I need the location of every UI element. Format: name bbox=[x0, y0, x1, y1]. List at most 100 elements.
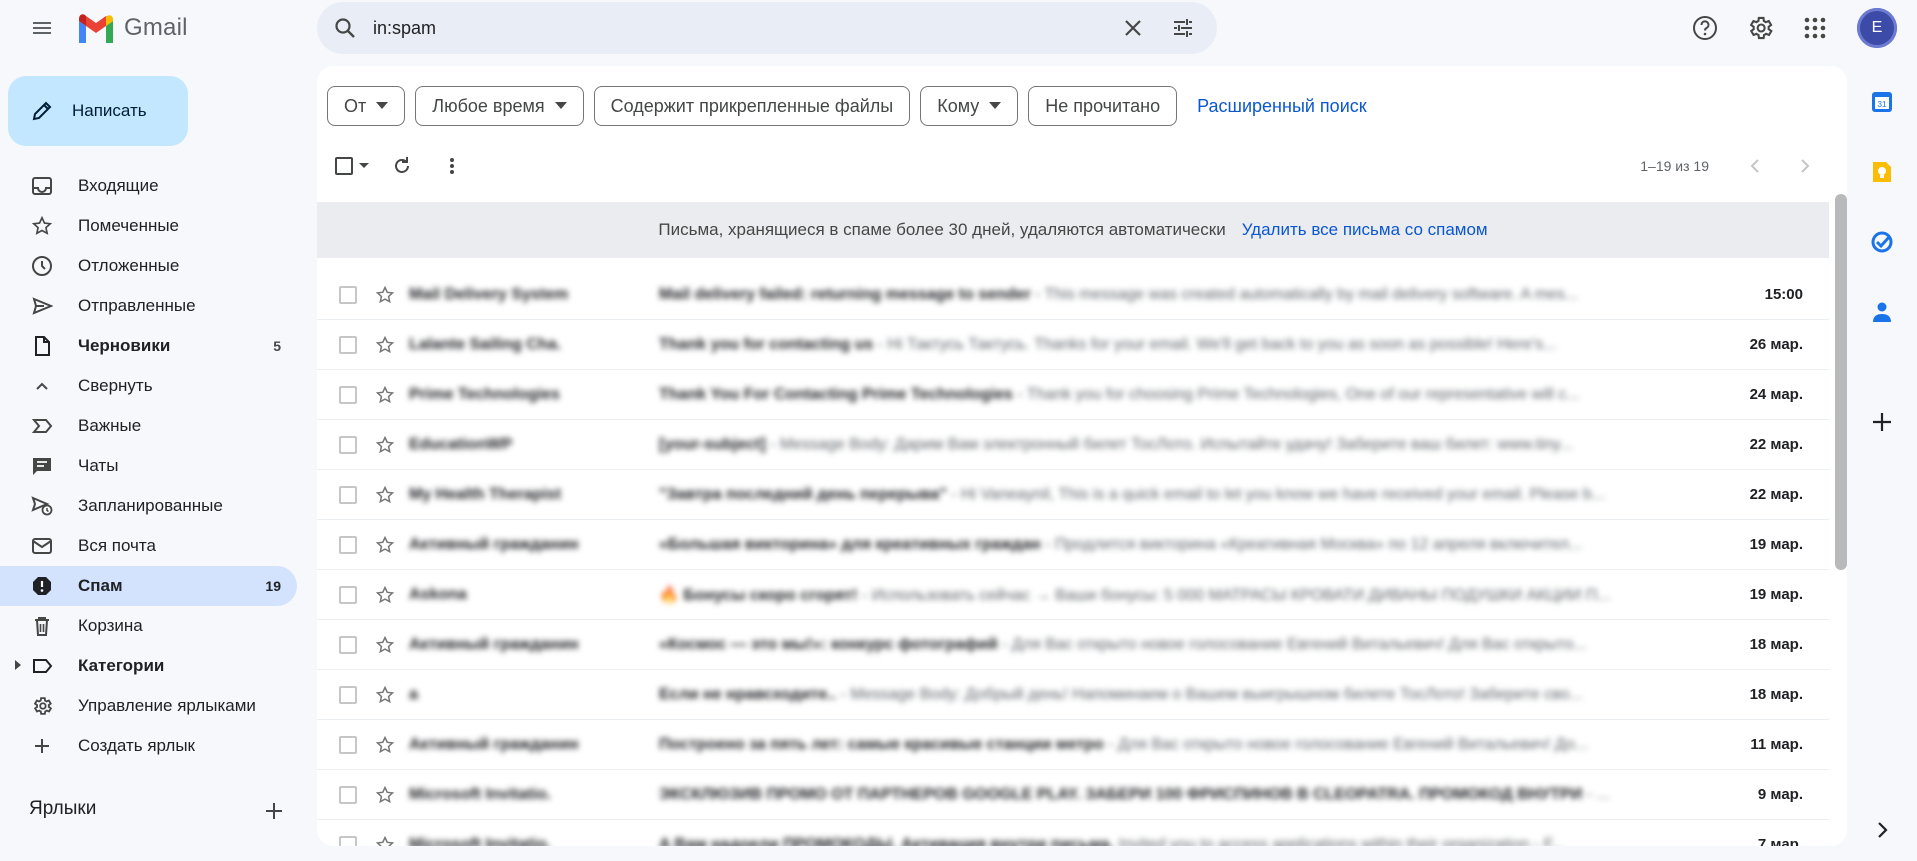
add-label-button[interactable] bbox=[263, 800, 285, 822]
row-checkbox[interactable] bbox=[339, 735, 357, 754]
chip-from[interactable]: От bbox=[327, 86, 406, 126]
compose-button[interactable]: Написать bbox=[8, 76, 188, 146]
email-row[interactable]: Microsoft Invitatio. ЭКСКЛЮЗИВ ПРОМО ОТ П… bbox=[317, 770, 1829, 820]
chip-to[interactable]: Кому bbox=[920, 86, 1019, 126]
main-menu-button[interactable] bbox=[22, 8, 62, 48]
row-checkbox[interactable] bbox=[339, 535, 357, 554]
sidebar-item-categories[interactable]: Категории bbox=[0, 646, 297, 686]
star-toggle[interactable] bbox=[375, 685, 395, 705]
row-checkbox[interactable] bbox=[339, 785, 357, 804]
row-checkbox[interactable] bbox=[339, 835, 357, 846]
row-checkbox[interactable] bbox=[339, 435, 357, 454]
row-checkbox[interactable] bbox=[339, 635, 357, 654]
support-button[interactable] bbox=[1683, 6, 1727, 50]
chip-has-attachment[interactable]: Содержит прикрепленные файлы bbox=[593, 86, 911, 126]
star-toggle[interactable] bbox=[375, 485, 395, 505]
sidebar-item-label: Свернуть bbox=[78, 376, 153, 395]
sidebar-item-manage-labels[interactable]: Управление ярлыками bbox=[0, 686, 297, 726]
email-row[interactable]: Активный гражданин «Большая викторина» дл… bbox=[317, 520, 1829, 570]
sidebar-item-starred[interactable]: Помеченные bbox=[0, 206, 297, 246]
search-options-button[interactable] bbox=[1157, 4, 1209, 52]
star-icon bbox=[375, 785, 395, 803]
sidebar-item-drafts[interactable]: Черновики 5 bbox=[0, 326, 297, 366]
star-toggle[interactable] bbox=[375, 785, 395, 805]
sidebar-item-create-label[interactable]: Создать ярлык bbox=[0, 726, 297, 766]
select-all-button[interactable] bbox=[327, 146, 377, 186]
label-important-icon bbox=[30, 414, 54, 438]
email-preview: Mail delivery failed: returning message … bbox=[659, 286, 1729, 304]
star-toggle[interactable] bbox=[375, 835, 395, 846]
settings-button[interactable] bbox=[1738, 6, 1782, 50]
sidebar-item-scheduled[interactable]: Запланированные bbox=[0, 486, 297, 526]
sidebar-item-label: Чаты bbox=[78, 456, 119, 475]
get-addons-button[interactable] bbox=[1866, 406, 1898, 438]
sidebar-item-collapse[interactable]: Свернуть bbox=[0, 366, 297, 406]
email-row[interactable]: Prime Technologies Thank You For Contacti… bbox=[317, 370, 1829, 420]
sidebar-item-spam[interactable]: Спам 19 bbox=[0, 566, 297, 606]
email-row[interactable]: Microsoft Invitatio. A Вам надоели ПРОМОК… bbox=[317, 820, 1829, 846]
delete-all-spam-link[interactable]: Удалить все письма со спамом bbox=[1242, 220, 1488, 240]
more-actions-button[interactable] bbox=[427, 146, 477, 186]
star-toggle[interactable] bbox=[375, 335, 395, 355]
sidebar-item-sent[interactable]: Отправленные bbox=[0, 286, 297, 326]
sidebar-item-inbox[interactable]: Входящие bbox=[0, 166, 297, 206]
calendar-icon: 31 bbox=[1872, 92, 1892, 112]
star-toggle[interactable] bbox=[375, 535, 395, 555]
email-row[interactable]: EducationWP [your-subject] - Message Body… bbox=[317, 420, 1829, 470]
contacts-app-button[interactable] bbox=[1866, 296, 1898, 328]
row-checkbox[interactable] bbox=[339, 485, 357, 504]
search-input[interactable] bbox=[373, 8, 1109, 48]
row-checkbox[interactable] bbox=[339, 585, 357, 604]
email-row[interactable]: Mail Delivery System Mail delivery failed… bbox=[317, 270, 1829, 320]
email-subject: «Космос — это мы!»: конкурс фотографий bbox=[659, 635, 998, 653]
row-checkbox[interactable] bbox=[339, 285, 357, 304]
email-row[interactable]: Активный гражданин «Космос — это мы!»: ко… bbox=[317, 620, 1829, 670]
star-icon bbox=[375, 535, 395, 553]
email-date: 26 мар. bbox=[1749, 336, 1803, 353]
gear-icon bbox=[1749, 16, 1773, 40]
account-avatar[interactable]: E bbox=[1857, 8, 1897, 48]
row-checkbox[interactable] bbox=[339, 335, 357, 354]
sidebar-item-all-mail[interactable]: Вся почта bbox=[0, 526, 297, 566]
star-toggle[interactable] bbox=[375, 435, 395, 455]
star-toggle[interactable] bbox=[375, 635, 395, 655]
row-checkbox[interactable] bbox=[339, 385, 357, 404]
email-sender: Mail Delivery System bbox=[409, 285, 569, 303]
sidebar-item-trash[interactable]: Корзина bbox=[0, 606, 297, 646]
row-checkbox[interactable] bbox=[339, 685, 357, 704]
tasks-app-button[interactable] bbox=[1866, 226, 1898, 258]
search-button[interactable] bbox=[317, 2, 373, 54]
sidebar-item-important[interactable]: Важные bbox=[0, 406, 297, 446]
advanced-search-link[interactable]: Расширенный поиск bbox=[1197, 96, 1367, 117]
sidebar-item-chats[interactable]: Чаты bbox=[0, 446, 297, 486]
email-row[interactable]: Askona 🔥 Бонусы скоро сгорят! - Использов… bbox=[317, 570, 1829, 620]
star-toggle[interactable] bbox=[375, 285, 395, 305]
gmail-logo[interactable]: Gmail bbox=[76, 8, 188, 48]
next-page-button[interactable] bbox=[1783, 146, 1827, 186]
email-subject: Если не нравсходите.. bbox=[659, 685, 837, 703]
draft-icon bbox=[30, 334, 54, 358]
refresh-button[interactable] bbox=[377, 146, 427, 186]
star-toggle[interactable] bbox=[375, 735, 395, 755]
google-apps-button[interactable] bbox=[1793, 6, 1837, 50]
email-row[interactable]: Активный гражданин Построено за пять лет:… bbox=[317, 720, 1829, 770]
app-title: Gmail bbox=[124, 14, 188, 41]
calendar-app-button[interactable]: 31 bbox=[1866, 86, 1898, 118]
gear-icon bbox=[30, 694, 54, 718]
email-row[interactable]: My Health Therapist "Завтра последний ден… bbox=[317, 470, 1829, 520]
keep-app-button[interactable] bbox=[1866, 156, 1898, 188]
show-side-panel-button[interactable] bbox=[1866, 814, 1898, 846]
chip-unread[interactable]: Не прочитано bbox=[1028, 86, 1178, 126]
apps-grid-icon bbox=[1804, 17, 1826, 39]
chip-any-time[interactable]: Любое время bbox=[415, 86, 584, 126]
scrollbar-thumb[interactable] bbox=[1835, 194, 1847, 570]
expand-caret-icon[interactable] bbox=[14, 660, 22, 670]
email-row[interactable]: a Если не нравсходите.. - Message Body: Д… bbox=[317, 670, 1829, 720]
sidebar-item-snoozed[interactable]: Отложенные bbox=[0, 246, 297, 286]
prev-page-button[interactable] bbox=[1733, 146, 1777, 186]
star-toggle[interactable] bbox=[375, 585, 395, 605]
email-row[interactable]: Lalante Sailing Cha. Thank you for contac… bbox=[317, 320, 1829, 370]
caret-down-icon bbox=[989, 102, 1002, 109]
star-toggle[interactable] bbox=[375, 385, 395, 405]
clear-search-button[interactable] bbox=[1109, 4, 1157, 52]
